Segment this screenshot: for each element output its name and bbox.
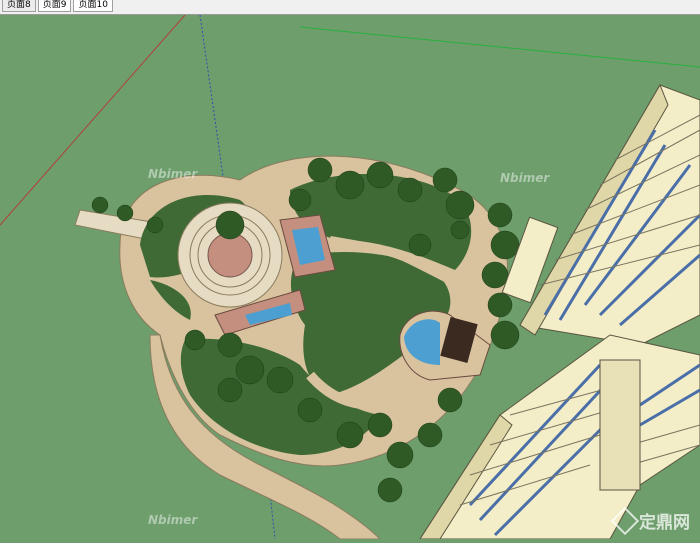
- model-viewport[interactable]: Nbimer Nbimer Nbimer 定鼎网: [0, 14, 700, 540]
- tab-page-10[interactable]: 页面10: [73, 0, 113, 12]
- scene-tab-bar: 页面8 页面9 页面10: [0, 0, 700, 15]
- watermark: Nbimer: [148, 513, 198, 527]
- green-axis: [299, 26, 700, 68]
- logo-text: 定鼎网: [639, 513, 690, 533]
- sketchup-scene: [0, 14, 700, 540]
- plaza-center: [207, 232, 253, 278]
- logo-icon: [610, 506, 640, 535]
- tab-page-8[interactable]: 页面8: [2, 0, 36, 12]
- watermark: Nbimer: [500, 171, 550, 185]
- building-upper: [501, 83, 700, 346]
- blue-axis: [199, 14, 226, 191]
- watermark: Nbimer: [148, 167, 198, 181]
- tab-page-9[interactable]: 页面9: [37, 0, 72, 12]
- site-logo: 定鼎网: [610, 506, 690, 535]
